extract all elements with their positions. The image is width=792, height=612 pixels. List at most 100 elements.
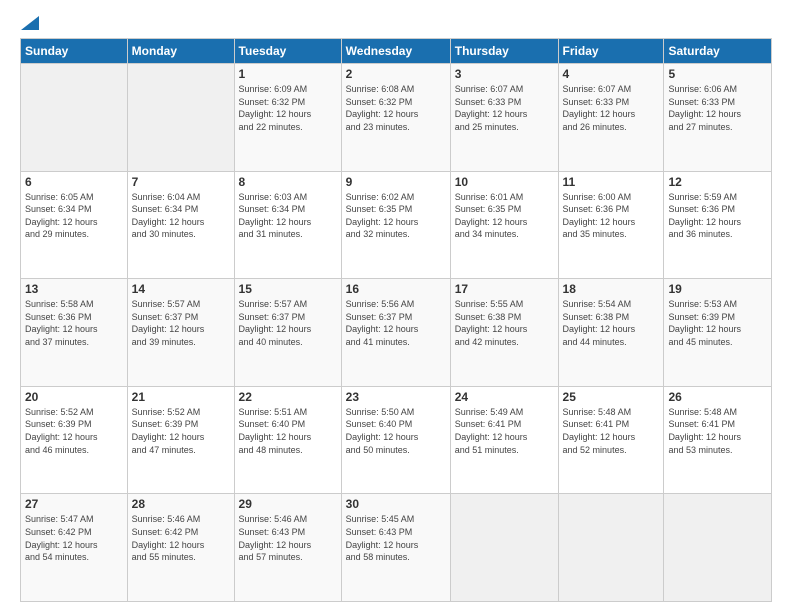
day-info: Sunrise: 5:55 AMSunset: 6:38 PMDaylight:… xyxy=(455,298,554,348)
day-number: 18 xyxy=(563,282,660,296)
calendar-week-1: 6 Sunrise: 6:05 AMSunset: 6:34 PMDaylight… xyxy=(21,171,772,279)
calendar-cell: 20 Sunrise: 5:52 AMSunset: 6:39 PMDayligh… xyxy=(21,386,128,494)
day-number: 26 xyxy=(668,390,767,404)
weekday-header-saturday: Saturday xyxy=(664,39,772,64)
calendar-cell: 19 Sunrise: 5:53 AMSunset: 6:39 PMDayligh… xyxy=(664,279,772,387)
calendar-cell: 2 Sunrise: 6:08 AMSunset: 6:32 PMDaylight… xyxy=(341,64,450,172)
calendar-week-0: 1 Sunrise: 6:09 AMSunset: 6:32 PMDaylight… xyxy=(21,64,772,172)
day-info: Sunrise: 5:48 AMSunset: 6:41 PMDaylight:… xyxy=(563,406,660,456)
calendar-cell: 5 Sunrise: 6:06 AMSunset: 6:33 PMDaylight… xyxy=(664,64,772,172)
day-number: 25 xyxy=(563,390,660,404)
weekday-header-thursday: Thursday xyxy=(450,39,558,64)
day-info: Sunrise: 5:58 AMSunset: 6:36 PMDaylight:… xyxy=(25,298,123,348)
day-number: 22 xyxy=(239,390,337,404)
day-info: Sunrise: 5:52 AMSunset: 6:39 PMDaylight:… xyxy=(132,406,230,456)
day-info: Sunrise: 5:57 AMSunset: 6:37 PMDaylight:… xyxy=(239,298,337,348)
day-number: 14 xyxy=(132,282,230,296)
day-info: Sunrise: 6:05 AMSunset: 6:34 PMDaylight:… xyxy=(25,191,123,241)
calendar-cell: 18 Sunrise: 5:54 AMSunset: 6:38 PMDayligh… xyxy=(558,279,664,387)
calendar-cell: 10Sunrise: 6:01 AMSunset: 6:35 PMDayligh… xyxy=(450,171,558,279)
day-info: Sunrise: 5:48 AMSunset: 6:41 PMDaylight:… xyxy=(668,406,767,456)
day-number: 2 xyxy=(346,67,446,81)
weekday-header-wednesday: Wednesday xyxy=(341,39,450,64)
day-number: 4 xyxy=(563,67,660,81)
calendar-cell: 30Sunrise: 5:45 AMSunset: 6:43 PMDayligh… xyxy=(341,494,450,602)
calendar-cell: 13 Sunrise: 5:58 AMSunset: 6:36 PMDayligh… xyxy=(21,279,128,387)
day-info: Sunrise: 6:09 AMSunset: 6:32 PMDaylight:… xyxy=(239,83,337,133)
calendar-cell: 11 Sunrise: 6:00 AMSunset: 6:36 PMDayligh… xyxy=(558,171,664,279)
day-info: Sunrise: 6:06 AMSunset: 6:33 PMDaylight:… xyxy=(668,83,767,133)
calendar-cell: 24 Sunrise: 5:49 AMSunset: 6:41 PMDayligh… xyxy=(450,386,558,494)
day-number: 12 xyxy=(668,175,767,189)
day-info: Sunrise: 6:07 AMSunset: 6:33 PMDaylight:… xyxy=(455,83,554,133)
day-info: Sunrise: 6:02 AMSunset: 6:35 PMDaylight:… xyxy=(346,191,446,241)
calendar-cell: 12 Sunrise: 5:59 AMSunset: 6:36 PMDayligh… xyxy=(664,171,772,279)
calendar-week-4: 27 Sunrise: 5:47 AMSunset: 6:42 PMDayligh… xyxy=(21,494,772,602)
day-info: Sunrise: 6:00 AMSunset: 6:36 PMDaylight:… xyxy=(563,191,660,241)
calendar-cell: 23Sunrise: 5:50 AMSunset: 6:40 PMDayligh… xyxy=(341,386,450,494)
calendar-cell: 15 Sunrise: 5:57 AMSunset: 6:37 PMDayligh… xyxy=(234,279,341,387)
day-number: 21 xyxy=(132,390,230,404)
weekday-header-friday: Friday xyxy=(558,39,664,64)
calendar-cell: 26 Sunrise: 5:48 AMSunset: 6:41 PMDayligh… xyxy=(664,386,772,494)
day-info: Sunrise: 5:46 AMSunset: 6:42 PMDaylight:… xyxy=(132,513,230,563)
day-number: 19 xyxy=(668,282,767,296)
header xyxy=(20,16,772,30)
calendar-cell: 8 Sunrise: 6:03 AMSunset: 6:34 PMDaylight… xyxy=(234,171,341,279)
calendar-cell: 9 Sunrise: 6:02 AMSunset: 6:35 PMDaylight… xyxy=(341,171,450,279)
day-number: 17 xyxy=(455,282,554,296)
day-number: 29 xyxy=(239,497,337,511)
day-number: 10 xyxy=(455,175,554,189)
day-number: 5 xyxy=(668,67,767,81)
day-number: 16 xyxy=(346,282,446,296)
day-number: 30 xyxy=(346,497,446,511)
calendar-cell: 25 Sunrise: 5:48 AMSunset: 6:41 PMDayligh… xyxy=(558,386,664,494)
calendar-cell: 22 Sunrise: 5:51 AMSunset: 6:40 PMDayligh… xyxy=(234,386,341,494)
day-info: Sunrise: 6:03 AMSunset: 6:34 PMDaylight:… xyxy=(239,191,337,241)
calendar-cell xyxy=(664,494,772,602)
day-number: 9 xyxy=(346,175,446,189)
weekday-header-monday: Monday xyxy=(127,39,234,64)
day-info: Sunrise: 5:47 AMSunset: 6:42 PMDaylight:… xyxy=(25,513,123,563)
day-number: 20 xyxy=(25,390,123,404)
day-info: Sunrise: 5:51 AMSunset: 6:40 PMDaylight:… xyxy=(239,406,337,456)
weekday-header-row: SundayMondayTuesdayWednesdayThursdayFrid… xyxy=(21,39,772,64)
day-info: Sunrise: 5:46 AMSunset: 6:43 PMDaylight:… xyxy=(239,513,337,563)
calendar-cell: 1 Sunrise: 6:09 AMSunset: 6:32 PMDaylight… xyxy=(234,64,341,172)
day-info: Sunrise: 6:04 AMSunset: 6:34 PMDaylight:… xyxy=(132,191,230,241)
weekday-header-tuesday: Tuesday xyxy=(234,39,341,64)
day-info: Sunrise: 5:56 AMSunset: 6:37 PMDaylight:… xyxy=(346,298,446,348)
day-info: Sunrise: 5:59 AMSunset: 6:36 PMDaylight:… xyxy=(668,191,767,241)
calendar-cell xyxy=(558,494,664,602)
day-number: 13 xyxy=(25,282,123,296)
day-number: 15 xyxy=(239,282,337,296)
calendar-cell: 17 Sunrise: 5:55 AMSunset: 6:38 PMDayligh… xyxy=(450,279,558,387)
calendar-cell: 28 Sunrise: 5:46 AMSunset: 6:42 PMDayligh… xyxy=(127,494,234,602)
calendar-week-2: 13 Sunrise: 5:58 AMSunset: 6:36 PMDayligh… xyxy=(21,279,772,387)
day-number: 27 xyxy=(25,497,123,511)
calendar-cell xyxy=(450,494,558,602)
calendar-cell: 29 Sunrise: 5:46 AMSunset: 6:43 PMDayligh… xyxy=(234,494,341,602)
day-number: 11 xyxy=(563,175,660,189)
calendar-cell: 4Sunrise: 6:07 AMSunset: 6:33 PMDaylight… xyxy=(558,64,664,172)
day-info: Sunrise: 5:53 AMSunset: 6:39 PMDaylight:… xyxy=(668,298,767,348)
calendar: SundayMondayTuesdayWednesdayThursdayFrid… xyxy=(20,38,772,602)
calendar-cell: 6 Sunrise: 6:05 AMSunset: 6:34 PMDaylight… xyxy=(21,171,128,279)
calendar-cell: 27 Sunrise: 5:47 AMSunset: 6:42 PMDayligh… xyxy=(21,494,128,602)
day-number: 24 xyxy=(455,390,554,404)
day-number: 8 xyxy=(239,175,337,189)
day-info: Sunrise: 6:08 AMSunset: 6:32 PMDaylight:… xyxy=(346,83,446,133)
day-info: Sunrise: 5:57 AMSunset: 6:37 PMDaylight:… xyxy=(132,298,230,348)
page: SundayMondayTuesdayWednesdayThursdayFrid… xyxy=(0,0,792,612)
calendar-week-3: 20 Sunrise: 5:52 AMSunset: 6:39 PMDayligh… xyxy=(21,386,772,494)
day-info: Sunrise: 5:49 AMSunset: 6:41 PMDaylight:… xyxy=(455,406,554,456)
day-number: 1 xyxy=(239,67,337,81)
day-info: Sunrise: 5:54 AMSunset: 6:38 PMDaylight:… xyxy=(563,298,660,348)
day-info: Sunrise: 5:52 AMSunset: 6:39 PMDaylight:… xyxy=(25,406,123,456)
calendar-cell xyxy=(127,64,234,172)
calendar-cell xyxy=(21,64,128,172)
day-number: 6 xyxy=(25,175,123,189)
day-number: 7 xyxy=(132,175,230,189)
logo xyxy=(20,16,39,30)
day-number: 28 xyxy=(132,497,230,511)
